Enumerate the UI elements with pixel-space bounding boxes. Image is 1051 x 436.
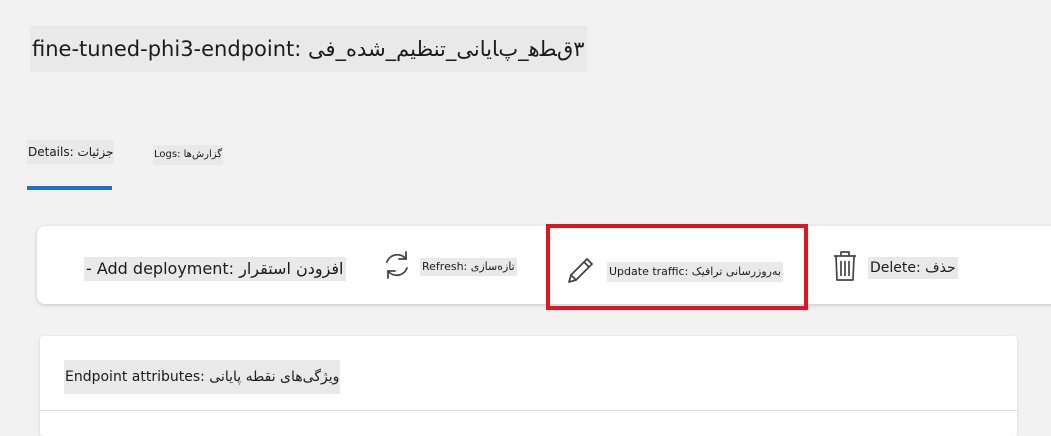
- active-tab-indicator: [27, 186, 112, 190]
- card-header: Endpoint attributes: ﻭﯾﮋﮔﯽﻫﺎﯼ ﻧﻘﻄﻪ ﭘﺎﯾﺎﻧ…: [64, 360, 341, 394]
- highlight-box: [546, 224, 808, 310]
- refresh-icon: [382, 248, 412, 286]
- page-title: fine-tuned-phi3-endpoint: ٣ﻕﻄﻫ_ﭖﺎﯾﺎﻧﯽ_ﺗﻨ…: [30, 26, 587, 72]
- endpoint-attributes-card: Endpoint attributes: ﻭﯾﮋﮔﯽﻫﺎﯼ ﻧﻘﻄﻪ ﭘﺎﯾﺎﻧ…: [40, 336, 1017, 436]
- delete-label: Delete: ﺣﺬﻑ: [868, 257, 958, 279]
- delete-button[interactable]: Delete: ﺣﺬﻑ: [832, 250, 958, 286]
- add-deployment-label: - Add deployment: ﺍﻓﺰﻭﺩﻥ ﺍﺳﺘﻘﺮﺍﺭ: [84, 257, 346, 281]
- tab-details[interactable]: Details: ﺟﺰﺋﯿﺎﺕ: [27, 140, 115, 164]
- refresh-label: Refresh: ﺗﺎﺯﻩﺳﺎﺯﯼ: [420, 258, 517, 276]
- toolbar: - Add deployment: ﺍﻓﺰﻭﺩﻥ ﺍﺳﺘﻘﺮﺍﺭ Refresh…: [37, 226, 1051, 304]
- divider: [40, 410, 1017, 411]
- refresh-button[interactable]: Refresh: ﺗﺎﺯﻩﺳﺎﺯﯼ: [382, 248, 517, 286]
- add-deployment-button[interactable]: - Add deployment: ﺍﻓﺰﻭﺩﻥ ﺍﺳﺘﻘﺮﺍﺭ: [84, 257, 346, 281]
- tab-logs[interactable]: Logs: ﮔﺰﺍﺭﺵﻫﺎ: [153, 145, 224, 165]
- trash-icon: [832, 250, 858, 286]
